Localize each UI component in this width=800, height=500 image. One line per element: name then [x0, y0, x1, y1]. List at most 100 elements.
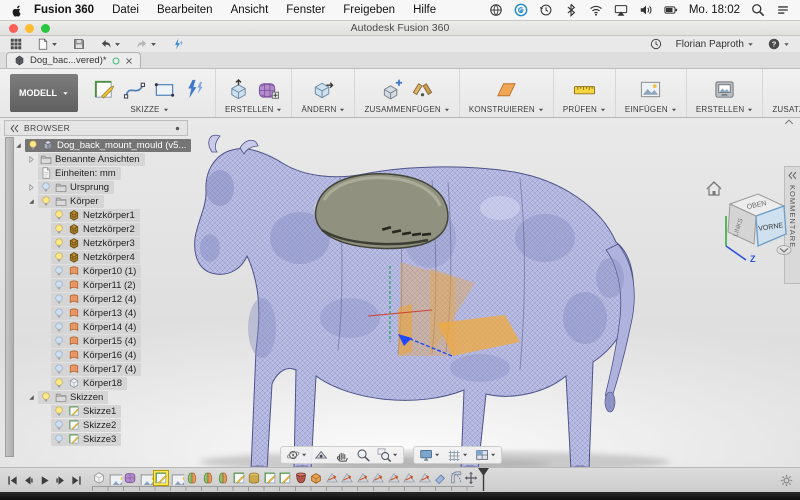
play-icon[interactable]	[39, 475, 50, 486]
bulb-off-icon[interactable]	[53, 349, 65, 361]
globe-app-icon[interactable]	[489, 3, 503, 17]
timeline-feature-canvas-icon[interactable]	[170, 471, 184, 485]
browser-row-dog-back-mount-mould-v5-[interactable]: Dog_back_mount_mould (v5...	[4, 138, 188, 152]
browser-row-körper15-4-[interactable]: Körper15 (4)	[4, 334, 188, 348]
timeline-feature-split-face-icon[interactable]	[340, 471, 354, 485]
spotlight-icon[interactable]	[751, 3, 765, 17]
menu-item-hilfe[interactable]: Hilfe	[404, 4, 445, 16]
ribbon-group-zusammenfügen[interactable]: ZUSAMMENFÜGEN	[354, 69, 458, 117]
bulb-on-icon[interactable]	[53, 209, 65, 221]
airplay-icon[interactable]	[614, 3, 628, 17]
browser-row-skizze1[interactable]: Skizze1	[4, 404, 188, 418]
browser-row-ursprung[interactable]: Ursprung	[4, 180, 188, 194]
zoom-window-button[interactable]	[377, 448, 398, 462]
time-machine-icon[interactable]	[539, 3, 553, 17]
sync-button[interactable]	[172, 38, 184, 50]
zoom-button[interactable]	[356, 448, 370, 462]
menu-clock[interactable]: Mo. 18:02	[689, 4, 740, 16]
orbit-button[interactable]	[286, 448, 307, 462]
document-tab[interactable]: Dog_bac...vered)*	[6, 52, 141, 68]
wifi-icon[interactable]	[589, 3, 603, 17]
help-menu[interactable]: ?	[768, 38, 790, 50]
menu-item-ansicht[interactable]: Ansicht	[222, 4, 278, 16]
menu-item-fusion-360[interactable]: Fusion 360	[25, 4, 103, 16]
redo-button[interactable]	[136, 38, 157, 50]
browser-row-körper16-4-[interactable]: Körper16 (4)	[4, 348, 188, 362]
bulb-on-icon[interactable]	[27, 139, 39, 151]
new-component-icon[interactable]	[381, 78, 404, 101]
timeline-feature-split-body-icon[interactable]	[201, 471, 215, 485]
viewport[interactable]: BROWSER Dog_back_mount_mould (v5...Benan…	[0, 118, 800, 467]
browser-row-körper12-4-[interactable]: Körper12 (4)	[4, 292, 188, 306]
viewports-button[interactable]	[475, 448, 496, 462]
timeline-playhead[interactable]	[478, 468, 489, 491]
undo-button[interactable]	[100, 38, 121, 50]
bulb-off-icon[interactable]	[53, 335, 65, 347]
menu-item-freigeben[interactable]: Freigeben	[334, 4, 404, 16]
browser-row-netzkörper1[interactable]: Netzkörper1	[4, 208, 188, 222]
browser-row-einheiten-mm[interactable]: Einheiten: mm	[4, 166, 188, 180]
timeline-feature-sketch-icon[interactable]	[263, 471, 277, 485]
browser-row-körper14-4-[interactable]: Körper14 (4)	[4, 320, 188, 334]
timeline-settings-gear-icon[interactable]	[780, 474, 793, 487]
bulb-off-icon[interactable]	[53, 419, 65, 431]
timeline-feature-sketch-selected-icon[interactable]	[154, 471, 168, 485]
timeline-feature-delete-face-icon[interactable]	[433, 471, 447, 485]
timeline-feature-sketch-icon[interactable]	[232, 471, 246, 485]
bulb-off-icon[interactable]	[53, 321, 65, 333]
timeline-feature-form-icon[interactable]	[92, 471, 106, 485]
canvas-icon[interactable]	[639, 78, 662, 101]
go-to-end-icon[interactable]	[71, 475, 82, 486]
bulb-off-icon[interactable]	[53, 293, 65, 305]
user-menu[interactable]: Florian Paproth	[676, 39, 754, 50]
ribbon-group-erstellen[interactable]: ERSTELLEN	[686, 69, 762, 117]
bulb-off-icon[interactable]	[53, 363, 65, 375]
look-at-button[interactable]	[314, 448, 328, 462]
timeline-feature-split-face-icon[interactable]	[387, 471, 401, 485]
close-tab-icon[interactable]	[125, 57, 133, 65]
browser-row-netzkörper4[interactable]: Netzkörper4	[4, 250, 188, 264]
browser-row-skizze3[interactable]: Skizze3	[4, 432, 188, 446]
timeline-feature-split-face-icon[interactable]	[418, 471, 432, 485]
bulb-off-icon[interactable]	[40, 181, 52, 193]
view-cube[interactable]: Z OBEN LINKS VORNE	[704, 180, 796, 266]
bulb-on-icon[interactable]	[53, 377, 65, 389]
timeline-feature-split-body-icon[interactable]	[185, 471, 199, 485]
browser-row-skizzen[interactable]: Skizzen	[4, 390, 188, 404]
step-forward-icon[interactable]	[55, 475, 66, 486]
browser-row-benannte-ansichten[interactable]: Benannte Ansichten	[4, 152, 188, 166]
bulb-on-icon[interactable]	[53, 237, 65, 249]
ribbon-group-einfügen[interactable]: EINFÜGEN	[615, 69, 686, 117]
collapse-panel-icon[interactable]	[10, 124, 19, 133]
timeline-feature-coil-icon[interactable]	[247, 471, 261, 485]
viewcube-menu-icon[interactable]	[777, 246, 791, 255]
ribbon-group-ändern[interactable]: ÄNDERN	[291, 69, 354, 117]
notification-center-icon[interactable]	[776, 3, 790, 17]
spline-icon[interactable]	[123, 78, 146, 101]
bulb-on-icon[interactable]	[53, 251, 65, 263]
bulb-on-icon[interactable]	[53, 405, 65, 417]
grid-snaps-button[interactable]	[447, 448, 468, 462]
extrude-icon[interactable]	[227, 78, 250, 101]
step-back-icon[interactable]	[23, 475, 34, 486]
browser-row-netzkörper2[interactable]: Netzkörper2	[4, 222, 188, 236]
logitech-g-icon[interactable]	[514, 3, 528, 17]
save-button[interactable]	[73, 38, 85, 50]
display-settings-button[interactable]	[419, 448, 440, 462]
home-icon[interactable]	[707, 182, 721, 195]
rectangle-icon[interactable]	[153, 78, 176, 101]
timeline-feature-split-face-icon[interactable]	[371, 471, 385, 485]
timeline-feature-extrude-icon[interactable]	[309, 471, 323, 485]
form-icon[interactable]	[257, 78, 280, 101]
plane-icon[interactable]	[495, 78, 518, 101]
battery-icon[interactable]	[664, 3, 678, 17]
timeline-feature-revolve-icon[interactable]	[294, 471, 308, 485]
bulb-on-icon[interactable]	[40, 195, 52, 207]
timeline-feature-canvas-icon[interactable]	[108, 471, 122, 485]
exp-closed-icon[interactable]	[27, 155, 36, 164]
timeline-feature-move-icon[interactable]	[464, 471, 478, 485]
browser-row-körper[interactable]: Körper	[4, 194, 188, 208]
bulb-off-icon[interactable]	[53, 265, 65, 277]
timeline-feature-fillet-icon[interactable]	[449, 471, 463, 485]
volume-icon[interactable]	[639, 3, 653, 17]
